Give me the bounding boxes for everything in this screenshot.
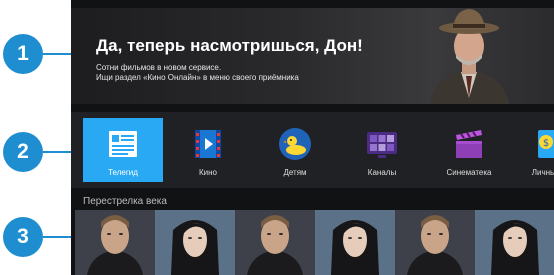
banner-subtitle-line-2: Ищи раздел «Кино Онлайн» в меню своего п… bbox=[96, 73, 299, 82]
woman-portrait-image bbox=[155, 210, 235, 275]
menu-item-label: Детям bbox=[283, 168, 307, 177]
menu-item-personal[interactable]: $ Личный bbox=[516, 118, 554, 182]
film-play-icon bbox=[195, 130, 221, 158]
movie-thumbnail[interactable] bbox=[155, 210, 235, 275]
menu-item-label: Синематека bbox=[446, 168, 492, 177]
banner-title: Да, теперь насмотришься, Дон! bbox=[96, 36, 363, 55]
movie-thumbnail[interactable] bbox=[395, 210, 475, 275]
woman-portrait-image bbox=[475, 210, 554, 275]
man-portrait-image bbox=[75, 210, 155, 275]
rubber-duck-icon bbox=[279, 128, 311, 160]
man-portrait-image bbox=[235, 210, 315, 275]
clapperboard-icon bbox=[456, 130, 482, 158]
section-title: Перестрелка века bbox=[83, 196, 167, 207]
menu-item-label: Личный bbox=[531, 168, 554, 177]
movie-thumbnail[interactable] bbox=[475, 210, 554, 275]
banner-pagination[interactable] bbox=[89, 94, 101, 104]
movie-thumbnail[interactable] bbox=[75, 210, 155, 275]
channels-grid-icon bbox=[367, 132, 397, 158]
callout-3: 3 bbox=[3, 217, 43, 257]
menu-item-kids[interactable]: Детям bbox=[255, 118, 335, 182]
tv-guide-icon bbox=[109, 131, 137, 157]
svg-text:$: $ bbox=[543, 138, 549, 149]
tv-screen: Да, теперь насмотришься, Дон! Сотни филь… bbox=[71, 0, 554, 275]
menu-item-movies[interactable]: Кино bbox=[168, 118, 248, 182]
movie-thumbnail[interactable] bbox=[235, 210, 315, 275]
menu-item-label: Кино bbox=[199, 168, 217, 177]
callout-2: 2 bbox=[3, 132, 43, 172]
menu-item-cinematheque[interactable]: Синематека bbox=[429, 118, 509, 182]
personal-account-icon: $ bbox=[538, 130, 554, 158]
woman-portrait-image bbox=[315, 210, 395, 275]
movie-thumbnail[interactable] bbox=[315, 210, 395, 275]
banner-subtitle-line-1: Сотни фильмов в новом сервисе. bbox=[96, 63, 222, 72]
main-menu: Телегид Кино Детям Каналы Синематека $ Л… bbox=[71, 112, 554, 188]
menu-item-channels[interactable]: Каналы bbox=[342, 118, 422, 182]
promo-banner[interactable]: Да, теперь насмотришься, Дон! Сотни филь… bbox=[71, 8, 554, 104]
callout-1: 1 bbox=[3, 34, 43, 74]
menu-item-label: Телегид bbox=[108, 168, 138, 177]
menu-item-label: Каналы bbox=[367, 168, 397, 177]
hero-image bbox=[430, 9, 510, 104]
menu-item-tv-guide[interactable]: Телегид bbox=[83, 118, 163, 182]
man-portrait-image bbox=[395, 210, 475, 275]
